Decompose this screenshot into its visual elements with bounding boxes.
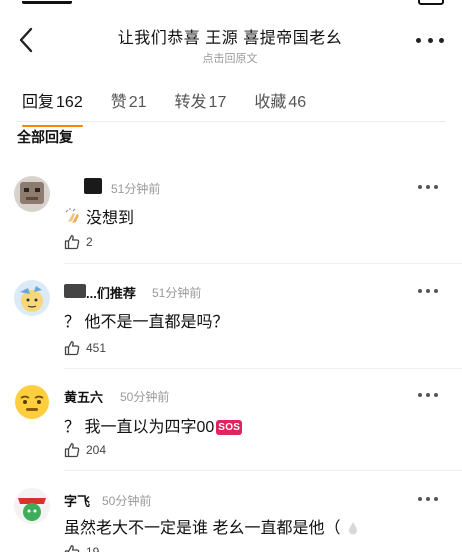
tab-bar: 回复 162 赞 21 转发 17 收藏 46 [22,88,334,127]
comment-text: ？ 我一直以为四字00 SOS [64,419,243,436]
user-name[interactable]: 黄五六 [64,387,114,403]
like-button[interactable]: 2 [64,232,93,252]
top-bar: 让我们恭喜 王源 喜提帝国老幺 点击回原文 [0,14,462,66]
like-count: 451 [86,341,107,355]
tab-reposts[interactable]: 转发 17 [175,88,227,118]
avatar[interactable] [14,384,50,420]
comment-text: ？ 他不是一直都是吗？ [64,314,229,331]
comment-text: 虽然老大不一定是谁 老幺一直都是他（ [64,514,363,538]
tab-replies[interactable]: 回复 162 [22,88,83,127]
user-name-obscured[interactable] [84,178,102,194]
status-bar [0,0,462,8]
divider [64,368,462,369]
more-horizontal-icon [416,37,421,43]
like-count: 19 [86,545,100,552]
sweat-drop-icon [348,522,357,535]
section-label-all-replies: 全部回复 [17,129,73,145]
comment-time: 51分钟前 [111,182,161,196]
divider [64,263,462,264]
comment-more-button[interactable] [418,289,438,295]
like-count: 204 [86,443,107,457]
thumbs-up-icon [64,545,80,552]
tab-likes[interactable]: 赞 21 [111,88,147,118]
sos-emoji-icon: SOS [216,420,243,435]
like-button[interactable]: 451 [64,338,106,358]
user-name[interactable]: ...们推荐 [86,283,146,299]
like-count: 2 [86,235,93,249]
tab-favorites[interactable]: 收藏 46 [254,88,306,118]
like-button[interactable]: 19 [64,542,99,552]
comment-more-button[interactable] [418,393,438,399]
more-options-button[interactable] [416,32,444,48]
comment-text: 没想到 [64,204,134,228]
status-time [22,0,72,4]
comment-time: 50分钟前 [120,390,170,404]
divider [64,470,462,471]
like-button[interactable]: 204 [64,440,106,460]
comment-time: 50分钟前 [102,494,152,508]
user-name[interactable]: 字飞 [64,491,94,507]
title-block[interactable]: 让我们恭喜 王源 喜提帝国老幺 点击回原文 [80,24,380,66]
comment-time: 51分钟前 [152,286,202,300]
divider [16,121,446,122]
back-to-original-link[interactable]: 点击回原文 [80,50,380,66]
battery-icon [418,0,444,5]
thumbs-up-icon [64,443,80,458]
chevron-left-icon [19,27,33,53]
back-button[interactable] [12,24,40,56]
user-name-obscured[interactable] [64,284,86,298]
comment-more-button[interactable] [418,185,438,191]
page-title: 让我们恭喜 王源 喜提帝国老幺 [117,30,343,47]
avatar[interactable] [14,280,50,316]
clapping-hands-icon [65,208,79,223]
avatar[interactable] [14,176,50,212]
avatar[interactable] [14,488,50,524]
thumbs-up-icon [64,341,80,356]
thumbs-up-icon [64,235,80,250]
comment-more-button[interactable] [418,497,438,503]
